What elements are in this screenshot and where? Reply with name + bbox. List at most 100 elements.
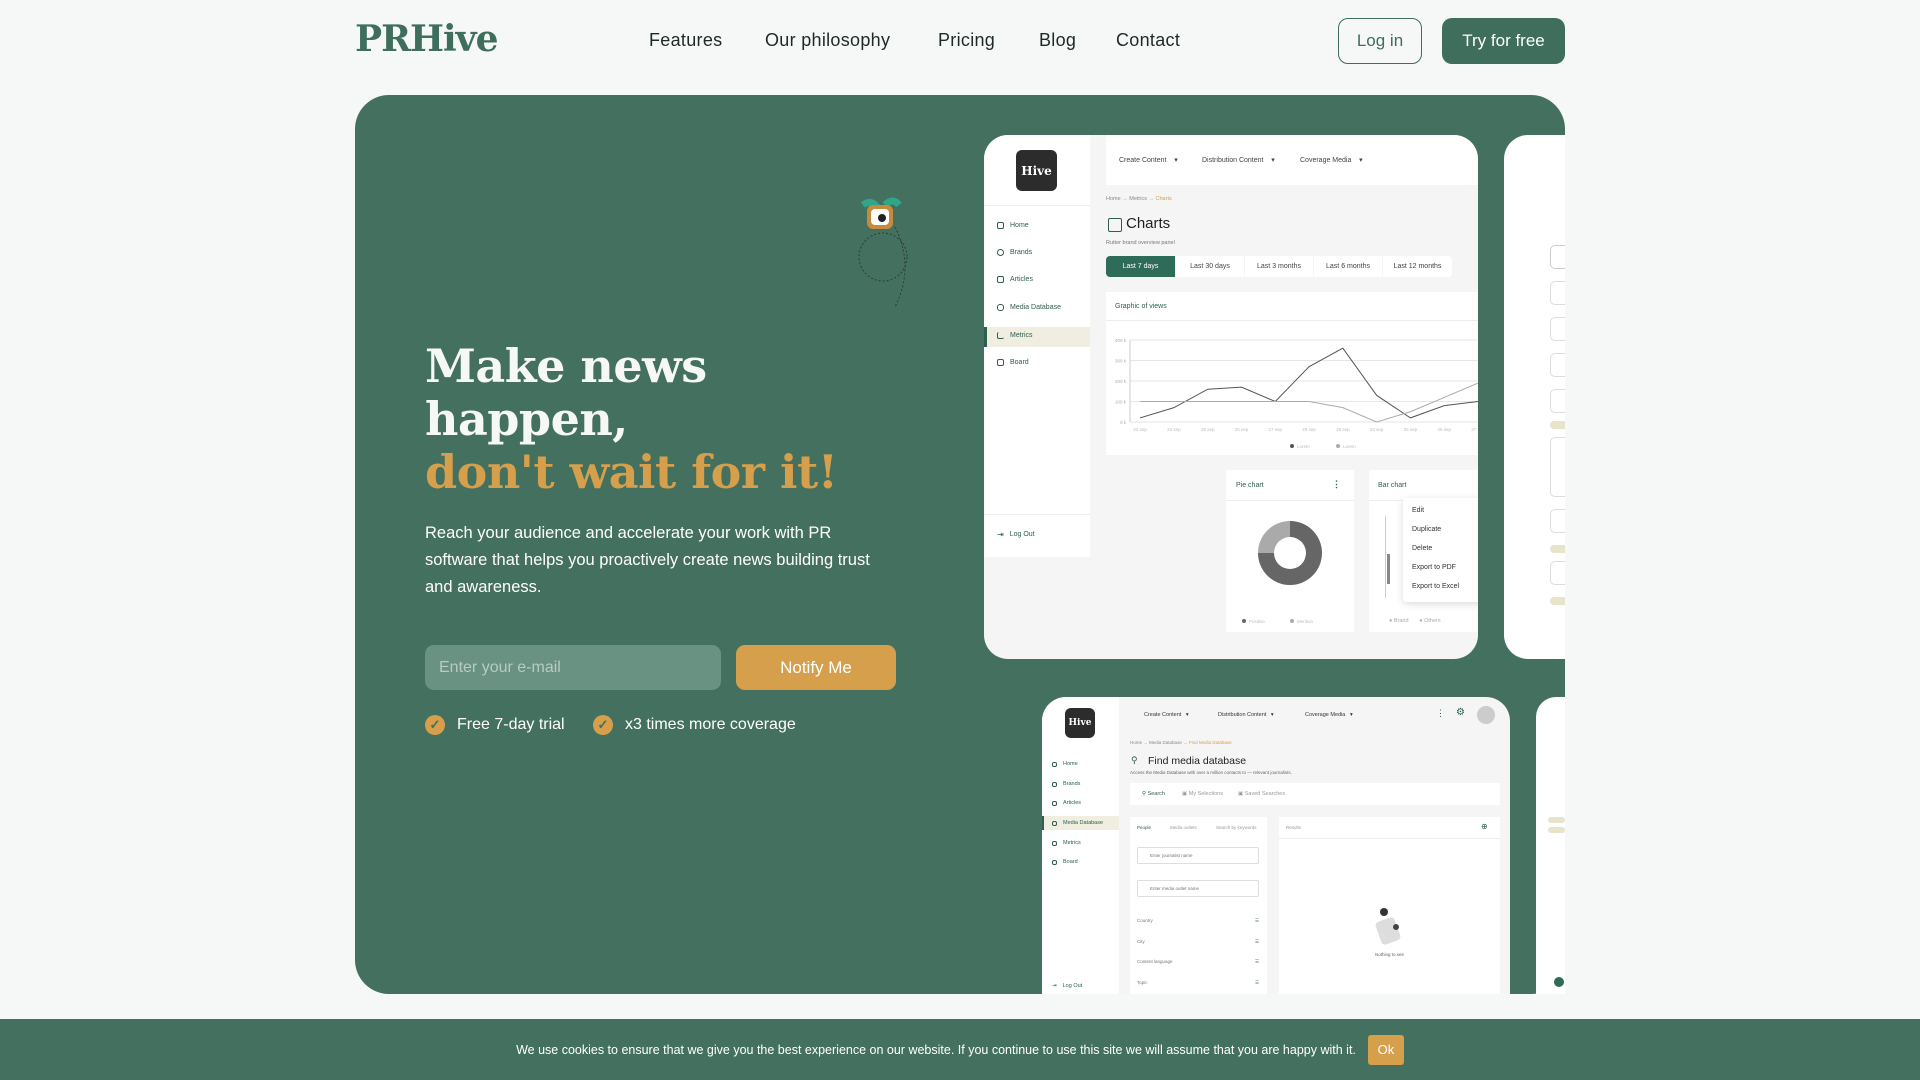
x-tick-label: 26 sep xyxy=(1235,427,1249,432)
logout-icon: ⇥ xyxy=(1052,983,1057,989)
legend-marker xyxy=(1290,619,1294,623)
brand-logo[interactable]: PRHive xyxy=(355,18,498,60)
cookie-banner: We use cookies to ensure that we give yo… xyxy=(0,1019,1920,1080)
sidebar-item-articles[interactable]: Articles xyxy=(1052,800,1081,806)
media-outlet-input[interactable] xyxy=(1137,880,1259,897)
email-input[interactable] xyxy=(425,645,721,690)
tab-last-3-months[interactable]: Last 3 months xyxy=(1245,256,1313,277)
menu-distribution-content[interactable]: Distribution Content ▾ xyxy=(1218,712,1274,718)
nav-blog[interactable]: Blog xyxy=(1039,30,1076,51)
results-label: Results xyxy=(1286,825,1302,830)
menu-create-content[interactable]: Create Content ▾ xyxy=(1119,156,1178,164)
menu-edit[interactable]: Edit xyxy=(1412,507,1424,514)
sidebar-item-home[interactable]: Home xyxy=(1052,761,1078,767)
menu-duplicate[interactable]: Duplicate xyxy=(1412,526,1441,533)
settings-gear-icon[interactable]: ⚙ xyxy=(1456,707,1465,718)
nav-pricing[interactable]: Pricing xyxy=(938,30,995,51)
subtab-search-keywords[interactable]: Search by keywords xyxy=(1216,825,1257,830)
preview-subtitle: Access the Media Database with over a mi… xyxy=(1130,770,1292,775)
filter-city[interactable]: City ☰ xyxy=(1137,939,1259,945)
menu-delete[interactable]: Delete xyxy=(1412,545,1432,552)
tab-my-selections[interactable]: ▣ My Selections xyxy=(1182,791,1223,797)
chart-context-menu: Edit Duplicate Delete Export to PDF Expo… xyxy=(1403,498,1478,602)
kebab-menu-icon[interactable]: ⋮ xyxy=(1332,479,1341,490)
check-label: x3 times more coverage xyxy=(625,716,796,733)
headline-line-2: happen, xyxy=(425,392,628,446)
preview-logo: Hive xyxy=(1016,150,1057,191)
avatar[interactable] xyxy=(1477,706,1495,724)
series-line-1 xyxy=(1140,382,1478,423)
kebab-menu-icon[interactable]: ⋮ xyxy=(1436,708,1445,719)
views-chart-card: Graphic of views 0 k 100 k 200 k 300 k 400 k… xyxy=(1106,292,1478,455)
search-filters-panel: People Media outlets Search by keywords … xyxy=(1130,817,1267,994)
x-tick-label: 29 sep xyxy=(1336,427,1350,432)
menu-export-excel[interactable]: Export to Excel xyxy=(1412,583,1459,590)
preview-breadcrumb: Home → Metrics → Charts xyxy=(1106,196,1172,202)
sidebar-item-media-database[interactable]: Media Database xyxy=(997,304,1061,311)
cookie-text: We use cookies to ensure that we give yo… xyxy=(516,1042,1356,1057)
preview-subtitle: Rutter brand overview panel xyxy=(1106,240,1175,246)
menu-coverage-media[interactable]: Coverage Media ▾ xyxy=(1300,156,1363,164)
menu-distribution-content[interactable]: Distribution Content ▾ xyxy=(1202,156,1275,164)
subtab-media-outlets[interactable]: Media outlets xyxy=(1170,825,1197,830)
notify-me-button[interactable]: Notify Me xyxy=(736,645,896,690)
pie-chart-title: Pie chart xyxy=(1236,482,1264,489)
sidebar-item-home[interactable]: Home xyxy=(997,222,1029,229)
sidebar-item-metrics[interactable]: Metrics xyxy=(1052,840,1081,846)
preview-sidebar: Hive Home Brands Articles Media Database… xyxy=(984,135,1090,557)
legend-label: Mention xyxy=(1297,619,1314,624)
check-icon: ✓ xyxy=(593,715,613,735)
filter-content-language[interactable]: Content language ☰ xyxy=(1137,959,1259,965)
hero-headline: Make news happen, don't wait for it! xyxy=(425,340,838,499)
sidebar-item-board[interactable]: Board xyxy=(997,359,1029,366)
nav-our-philosophy[interactable]: Our philosophy xyxy=(765,30,890,51)
check-icon: ✓ xyxy=(425,715,445,735)
headline-accent: don't wait for it! xyxy=(425,445,838,499)
series-line-0 xyxy=(1139,347,1478,419)
legend-label: Lorem xyxy=(1297,444,1310,449)
y-tick-label: 0 k xyxy=(1120,420,1127,425)
tab-last-12-months[interactable]: Last 12 months xyxy=(1383,256,1452,277)
search-tabs: ⚲ Search ▣ My Selections ▣ Saved Searche… xyxy=(1130,783,1500,805)
sidebar-logout[interactable]: ⇥ Log Out xyxy=(997,530,1035,539)
journalist-name-input[interactable] xyxy=(1137,847,1259,864)
pie-chart: Positive Mention xyxy=(1242,521,1322,624)
cookie-ok-button[interactable]: Ok xyxy=(1367,1034,1404,1065)
tab-last-6-months[interactable]: Last 6 months xyxy=(1314,256,1382,277)
sidebar-item-brands[interactable]: Brands xyxy=(1052,781,1080,787)
menu-create-content[interactable]: Create Content ▾ xyxy=(1144,712,1189,718)
login-button[interactable]: Log in xyxy=(1338,18,1422,64)
preview-topbar: Create Content ▾ Distribution Content ▾ … xyxy=(1106,135,1478,185)
nav-features[interactable]: Features xyxy=(649,30,722,51)
x-tick-label: 25 sep xyxy=(1404,427,1418,432)
nav-contact[interactable]: Contact xyxy=(1116,30,1180,51)
tab-last-7-days[interactable]: Last 7 days xyxy=(1106,256,1175,277)
sidebar-item-metrics[interactable]: Metrics xyxy=(997,332,1033,339)
sidebar-item-media-database[interactable]: Media Database xyxy=(1052,820,1103,826)
tab-saved-searches[interactable]: ▣ Saved Searches xyxy=(1238,791,1285,797)
check-label: Free 7-day trial xyxy=(457,716,565,733)
contact-preview-partial xyxy=(1536,697,1565,994)
filter-country[interactable]: Country ☰ xyxy=(1137,918,1259,924)
sidebar-item-board[interactable]: Board xyxy=(1052,859,1078,865)
menu-coverage-media[interactable]: Coverage Media ▾ xyxy=(1305,712,1353,718)
profile-preview-partial xyxy=(1504,135,1565,659)
preview-sidebar: Hive Home Brands Articles Media Database… xyxy=(1042,697,1119,994)
bar xyxy=(1387,554,1390,584)
sidebar-item-brands[interactable]: Brands xyxy=(997,249,1032,256)
chart-icon xyxy=(1108,218,1122,232)
legend-label: Positive xyxy=(1249,619,1265,624)
menu-export-pdf[interactable]: Export to PDF xyxy=(1412,564,1456,571)
filter-topic[interactable]: Topic ☰ xyxy=(1137,980,1259,986)
subtab-people[interactable]: People xyxy=(1137,825,1151,830)
try-for-free-button[interactable]: Try for free xyxy=(1442,18,1565,64)
search-list-icon: ⚲ xyxy=(1131,755,1138,765)
x-tick-label: 23 sep xyxy=(1133,427,1147,432)
add-icon[interactable]: ⊕ xyxy=(1481,822,1488,831)
bar-legend: ● Brand ● Others xyxy=(1389,618,1441,624)
x-tick-label: 24 sep xyxy=(1167,427,1181,432)
tab-last-30-days[interactable]: Last 30 days xyxy=(1176,256,1244,277)
sidebar-logout[interactable]: ⇥ Log Out xyxy=(1052,983,1082,989)
tab-search[interactable]: ⚲ Search xyxy=(1142,791,1165,797)
sidebar-item-articles[interactable]: Articles xyxy=(997,276,1033,283)
